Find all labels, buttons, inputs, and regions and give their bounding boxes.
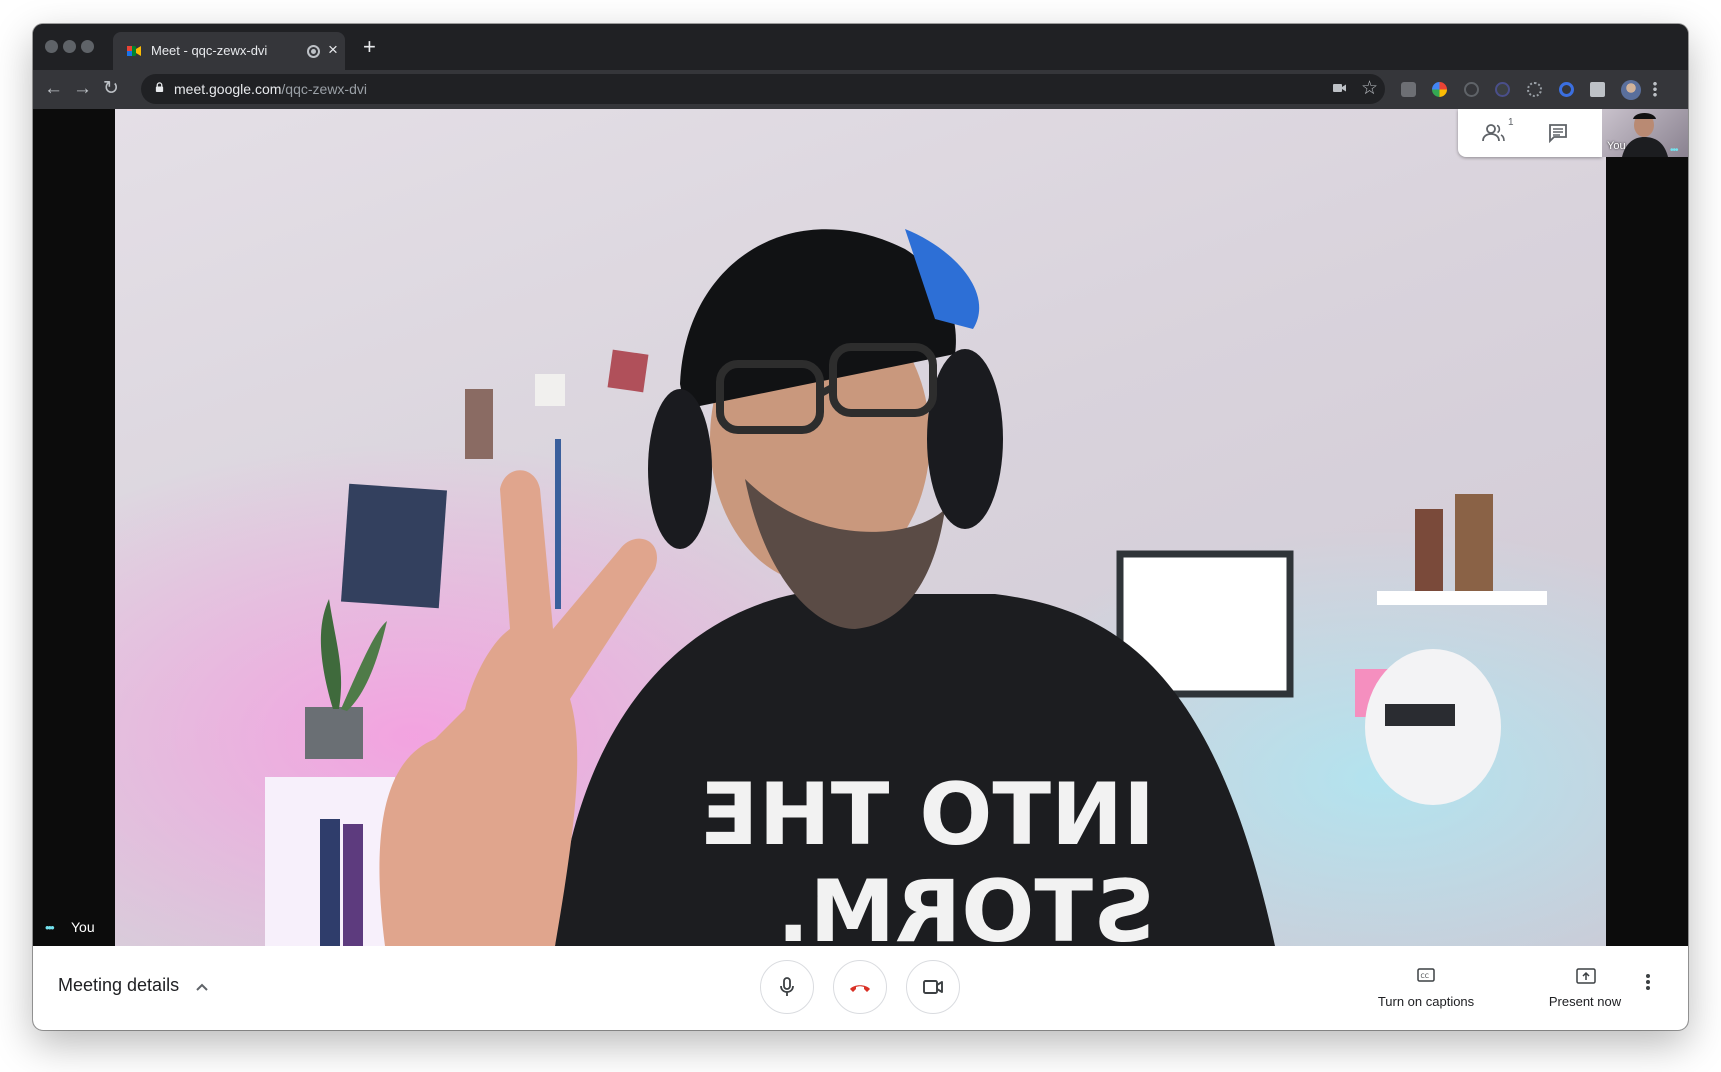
present-icon — [1576, 968, 1596, 984]
video-camera-icon — [923, 980, 943, 994]
profile-avatar[interactable] — [1621, 80, 1641, 100]
extension-react-icon[interactable] — [1527, 82, 1542, 97]
star-icon[interactable]: ☆ — [1361, 77, 1378, 100]
chat-icon[interactable] — [1548, 123, 1568, 143]
participant-count-badge: 1 — [1508, 117, 1514, 128]
leave-call-button[interactable] — [833, 960, 887, 1014]
url-path: /qqc-zewx-dvi — [281, 81, 367, 97]
browser-toolbar: ← → ↻ meet.google.com/qqc-zewx-dvi ☆ — [33, 70, 1688, 109]
extensions-puzzle-icon[interactable] — [1590, 82, 1605, 97]
camera-button[interactable] — [906, 960, 960, 1014]
url-text: meet.google.com/qqc-zewx-dvi — [174, 81, 367, 97]
close-icon[interactable]: × — [328, 40, 338, 60]
window-close-button[interactable] — [45, 40, 58, 53]
main-video-feed: INTO THE STORM. — [115, 109, 1606, 946]
extension-color-icon[interactable] — [1432, 82, 1447, 97]
hangup-icon — [850, 985, 870, 992]
more-options-icon[interactable] — [1645, 972, 1651, 992]
svg-text:STORM.: STORM. — [777, 862, 1155, 946]
extension-chrome-icon[interactable] — [1559, 82, 1574, 97]
video-frame-illustration: INTO THE STORM. — [115, 109, 1606, 946]
svg-text:INTO THE: INTO THE — [700, 765, 1155, 865]
window-zoom-button[interactable] — [81, 40, 94, 53]
microphone-button[interactable] — [760, 960, 814, 1014]
captions-label: Turn on captions — [1377, 994, 1475, 1009]
speaking-indicator: ••• — [45, 920, 55, 935]
present-now-button[interactable]: Present now — [1515, 946, 1655, 1030]
self-view-tile[interactable]: You ••• — [1602, 109, 1688, 157]
address-bar[interactable]: meet.google.com/qqc-zewx-dvi ☆ — [141, 74, 1385, 104]
video-stage: INTO THE STORM. 1 You ••• ••• You — [33, 109, 1688, 946]
self-speaking-indicator: ••• — [1670, 145, 1678, 156]
self-view-label: You — [1607, 140, 1626, 152]
url-host: meet.google.com — [174, 81, 282, 97]
tab-meet[interactable]: Meet - qqc-zewx-dvi × — [113, 32, 345, 70]
meeting-bottom-bar: Meeting details CC Turn on captions Pres… — [33, 946, 1688, 1030]
present-label: Present now — [1548, 994, 1622, 1009]
meet-favicon — [127, 46, 141, 56]
extension-info-icon[interactable] — [1464, 82, 1479, 97]
captions-icon: CC — [1417, 968, 1435, 982]
extension-circle-icon[interactable] — [1495, 82, 1510, 97]
meet-app: INTO THE STORM. 1 You ••• ••• You Meetin… — [33, 109, 1688, 1030]
plus-icon[interactable]: + — [363, 36, 376, 58]
meeting-details-button[interactable]: Meeting details — [58, 975, 179, 996]
back-arrow-icon[interactable]: ← — [44, 77, 63, 101]
recording-dot-icon — [307, 45, 320, 58]
more-vert-icon[interactable] — [1653, 81, 1657, 97]
window-minimize-button[interactable] — [63, 40, 76, 53]
svg-text:CC: CC — [1421, 973, 1429, 980]
forward-arrow-icon[interactable]: → — [73, 77, 92, 101]
lock-icon — [155, 82, 164, 92]
participant-name: You — [71, 919, 95, 935]
browser-window: Meet - qqc-zewx-dvi × + ← → ↻ meet.googl… — [33, 24, 1688, 1030]
captions-button[interactable]: CC Turn on captions — [1356, 946, 1496, 1030]
meeting-top-controls: 1 — [1458, 109, 1602, 157]
camera-icon[interactable] — [1333, 81, 1347, 95]
reload-icon[interactable]: ↻ — [103, 77, 119, 101]
tab-strip: Meet - qqc-zewx-dvi × + — [33, 24, 1688, 70]
chevron-up-icon[interactable] — [195, 982, 209, 992]
tab-title: Meet - qqc-zewx-dvi — [151, 43, 268, 58]
people-icon[interactable] — [1482, 123, 1508, 143]
mic-icon — [780, 977, 794, 996]
extension-trophy-icon[interactable] — [1401, 82, 1416, 97]
